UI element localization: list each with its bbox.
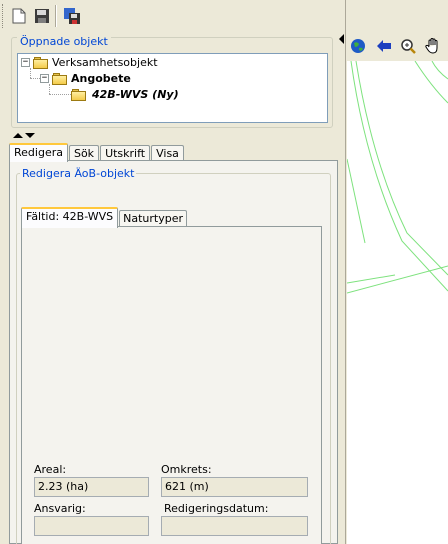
tree-item-angobete[interactable]: − Angobete <box>40 70 131 86</box>
map-line <box>414 61 448 104</box>
new-document-icon[interactable] <box>10 6 28 26</box>
map-toolbar <box>347 33 448 59</box>
save-as-icon[interactable] <box>63 6 81 26</box>
areal-field[interactable]: 2.23 (ha) <box>34 477 149 497</box>
folder-icon <box>71 88 87 101</box>
edit-object-legend: Redigera ÄoB-objekt <box>20 167 137 180</box>
map-features <box>347 61 448 294</box>
zoom-icon[interactable] <box>399 37 417 55</box>
save-icon[interactable] <box>33 6 51 26</box>
omkrets-field[interactable]: 621 (m) <box>161 477 308 497</box>
areal-label: Areal: <box>34 463 67 476</box>
horizontal-splitter[interactable] <box>0 133 338 139</box>
map-line <box>431 61 448 80</box>
map-canvas[interactable] <box>347 61 448 544</box>
application-window: Öppnade objekt − Verksamhetsobjekt − Ang… <box>0 0 448 544</box>
toolbar-grip[interactable] <box>2 4 5 28</box>
pan-hand-icon[interactable] <box>424 37 442 55</box>
collapse-icon[interactable]: − <box>21 57 30 67</box>
vertical-splitter[interactable] <box>338 0 346 544</box>
faltid-tab-page: Areal: 2.23 (ha) Omkrets: 621 (m) Ansvar… <box>21 226 322 544</box>
main-tab-strip: Redigera Sök Utskrift Visa <box>9 143 185 162</box>
main-toolbar <box>0 0 338 32</box>
folder-icon <box>52 72 68 85</box>
tab-naturtyper[interactable]: Naturtyper <box>119 210 187 227</box>
opened-objects-legend: Öppnade objekt <box>17 35 111 48</box>
inner-tab-strip: Fältid: 42B-WVS Naturtyper <box>21 207 188 228</box>
map-line <box>355 61 448 276</box>
folder-icon <box>33 56 49 69</box>
tab-faltid[interactable]: Fältid: 42B-WVS <box>21 207 119 228</box>
back-arrow-icon[interactable] <box>375 37 393 55</box>
omkrets-label: Omkrets: <box>161 463 212 476</box>
map-line <box>347 158 366 244</box>
map-line <box>350 61 448 292</box>
redigeringsdatum-field[interactable] <box>161 516 308 536</box>
toolbar-separator <box>55 5 57 27</box>
redigeringsdatum-label: Redigeringsdatum: <box>164 502 269 515</box>
collapse-left-arrow-icon[interactable] <box>339 34 344 44</box>
tree-item-label: Verksamhetsobjekt <box>52 55 158 69</box>
globe-icon[interactable] <box>349 37 367 55</box>
object-tree[interactable]: − Verksamhetsobjekt − Angobete 42B-WVS (… <box>17 53 328 123</box>
ansvarig-field[interactable] <box>34 516 149 536</box>
tree-item-verksamhetsobjekt[interactable]: − Verksamhetsobjekt <box>21 54 158 70</box>
tree-item-42b-wvs[interactable]: 42B-WVS (Ny) <box>71 86 179 102</box>
left-panel: Öppnade objekt − Verksamhetsobjekt − Ang… <box>0 32 338 544</box>
tree-connector <box>49 94 71 95</box>
tree-item-label: Angobete <box>71 71 131 85</box>
map-line <box>347 265 448 294</box>
tree-connector <box>30 78 40 79</box>
tab-redigera[interactable]: Redigera <box>9 143 68 162</box>
redigera-tab-page: Redigera ÄoB-objekt Fältid: 42B-WVS Natu… <box>9 160 338 544</box>
splitter-up-arrow-icon[interactable] <box>13 133 23 138</box>
splitter-down-arrow-icon[interactable] <box>25 133 35 138</box>
tree-item-label: 42B-WVS (Ny) <box>92 87 179 101</box>
collapse-icon[interactable]: − <box>40 73 49 83</box>
ansvarig-label: Ansvarig: <box>34 502 86 515</box>
